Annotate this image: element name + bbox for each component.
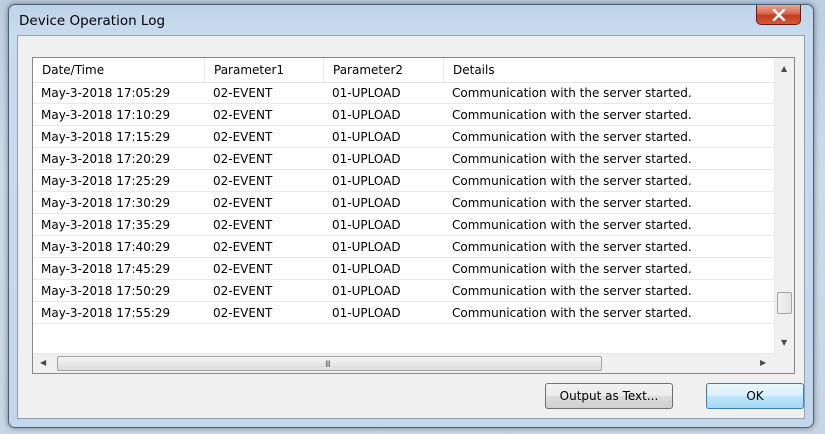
cell-datetime: May-3-2018 17:10:29	[41, 108, 171, 122]
cell-datetime: May-3-2018 17:30:29	[41, 196, 171, 210]
column-header-details[interactable]: Details	[444, 58, 775, 82]
vertical-scroll-thumb[interactable]	[777, 292, 792, 314]
cell-details: Communication with the server started.	[452, 130, 692, 144]
log-list[interactable]: Date/Time Parameter1 Parameter2 Details …	[32, 57, 795, 374]
table-row[interactable]: May-3-2018 17:45:29 02-EVENT 01-UPLOAD Comm…	[33, 258, 775, 280]
output-as-text-button[interactable]: Output as Text...	[545, 383, 673, 409]
device-operation-log-dialog: Device Operation Log Date/Time Parameter…	[8, 4, 814, 428]
cell-parameter1: 02-EVENT	[213, 284, 273, 298]
cell-parameter2: 01-UPLOAD	[332, 218, 401, 232]
cell-details: Communication with the server started.	[452, 86, 692, 100]
column-header-parameter1[interactable]: Parameter1	[205, 58, 324, 82]
cell-details: Communication with the server started.	[452, 284, 692, 298]
cell-parameter2: 01-UPLOAD	[332, 174, 401, 188]
list-header: Date/Time Parameter1 Parameter2 Details	[33, 58, 775, 83]
cell-parameter1: 02-EVENT	[213, 262, 273, 276]
cell-parameter1: 02-EVENT	[213, 108, 273, 122]
cell-datetime: May-3-2018 17:20:29	[41, 152, 171, 166]
cell-parameter1: 02-EVENT	[213, 218, 273, 232]
cell-details: Communication with the server started.	[452, 218, 692, 232]
cell-parameter1: 02-EVENT	[213, 240, 273, 254]
cell-parameter1: 02-EVENT	[213, 130, 273, 144]
table-row[interactable]: May-3-2018 17:30:29 02-EVENT 01-UPLOAD Comm…	[33, 192, 775, 214]
cell-parameter1: 02-EVENT	[213, 306, 273, 320]
cell-parameter1: 02-EVENT	[213, 174, 273, 188]
cell-details: Communication with the server started.	[452, 108, 692, 122]
table-row[interactable]: May-3-2018 17:05:29 02-EVENT 01-UPLOAD Comm…	[33, 82, 775, 104]
vertical-scrollbar[interactable]: ▲ ▼	[774, 58, 794, 354]
cell-details: Communication with the server started.	[452, 152, 692, 166]
column-header-parameter2[interactable]: Parameter2	[324, 58, 444, 82]
column-header-datetime[interactable]: Date/Time	[33, 58, 205, 82]
close-icon	[772, 9, 786, 21]
cell-details: Communication with the server started.	[452, 174, 692, 188]
cell-parameter1: 02-EVENT	[213, 152, 273, 166]
horizontal-scroll-thumb[interactable]: III	[57, 356, 602, 371]
cell-datetime: May-3-2018 17:40:29	[41, 240, 171, 254]
cell-datetime: May-3-2018 17:55:29	[41, 306, 171, 320]
horizontal-scrollbar[interactable]: ◀ III ▶	[33, 353, 775, 373]
cell-parameter1: 02-EVENT	[213, 86, 273, 100]
cell-parameter2: 01-UPLOAD	[332, 108, 401, 122]
table-row[interactable]: May-3-2018 17:25:29 02-EVENT 01-UPLOAD Comm…	[33, 170, 775, 192]
cell-parameter2: 01-UPLOAD	[332, 130, 401, 144]
cell-datetime: May-3-2018 17:35:29	[41, 218, 171, 232]
table-row[interactable]: May-3-2018 17:15:29 02-EVENT 01-UPLOAD Comm…	[33, 126, 775, 148]
table-row[interactable]: May-3-2018 17:55:29 02-EVENT 01-UPLOAD Comm…	[33, 302, 775, 324]
close-button[interactable]	[756, 5, 801, 25]
cell-parameter2: 01-UPLOAD	[332, 306, 401, 320]
cell-details: Communication with the server started.	[452, 306, 692, 320]
cell-parameter2: 01-UPLOAD	[332, 152, 401, 166]
table-row[interactable]: May-3-2018 17:20:29 02-EVENT 01-UPLOAD Comm…	[33, 148, 775, 170]
cell-parameter2: 01-UPLOAD	[332, 196, 401, 210]
cell-parameter2: 01-UPLOAD	[332, 86, 401, 100]
cell-details: Communication with the server started.	[452, 262, 692, 276]
ok-button[interactable]: OK	[706, 383, 804, 409]
cell-datetime: May-3-2018 17:05:29	[41, 86, 171, 100]
table-row[interactable]: May-3-2018 17:10:29 02-EVENT 01-UPLOAD Comm…	[33, 104, 775, 126]
window-title: Device Operation Log	[19, 13, 166, 29]
cell-details: Communication with the server started.	[452, 196, 692, 210]
cell-datetime: May-3-2018 17:50:29	[41, 284, 171, 298]
title-bar[interactable]: Device Operation Log	[9, 5, 813, 35]
cell-datetime: May-3-2018 17:45:29	[41, 262, 171, 276]
cell-datetime: May-3-2018 17:25:29	[41, 174, 171, 188]
cell-parameter2: 01-UPLOAD	[332, 284, 401, 298]
arrow-up-icon[interactable]: ▲	[781, 64, 787, 73]
cell-parameter2: 01-UPLOAD	[332, 262, 401, 276]
table-row[interactable]: May-3-2018 17:35:29 02-EVENT 01-UPLOAD Comm…	[33, 214, 775, 236]
dialog-client-area: Date/Time Parameter1 Parameter2 Details …	[17, 35, 805, 419]
scroll-grip: III	[325, 360, 331, 370]
arrow-down-icon[interactable]: ▼	[781, 338, 787, 347]
cell-details: Communication with the server started.	[452, 240, 692, 254]
cell-parameter2: 01-UPLOAD	[332, 240, 401, 254]
cell-parameter1: 02-EVENT	[213, 196, 273, 210]
arrow-right-icon[interactable]: ▶	[760, 358, 766, 367]
table-row[interactable]: May-3-2018 17:50:29 02-EVENT 01-UPLOAD Comm…	[33, 280, 775, 302]
scrollbar-corner	[774, 353, 794, 373]
cell-datetime: May-3-2018 17:15:29	[41, 130, 171, 144]
table-row[interactable]: May-3-2018 17:40:29 02-EVENT 01-UPLOAD Comm…	[33, 236, 775, 258]
arrow-left-icon[interactable]: ◀	[40, 358, 46, 367]
